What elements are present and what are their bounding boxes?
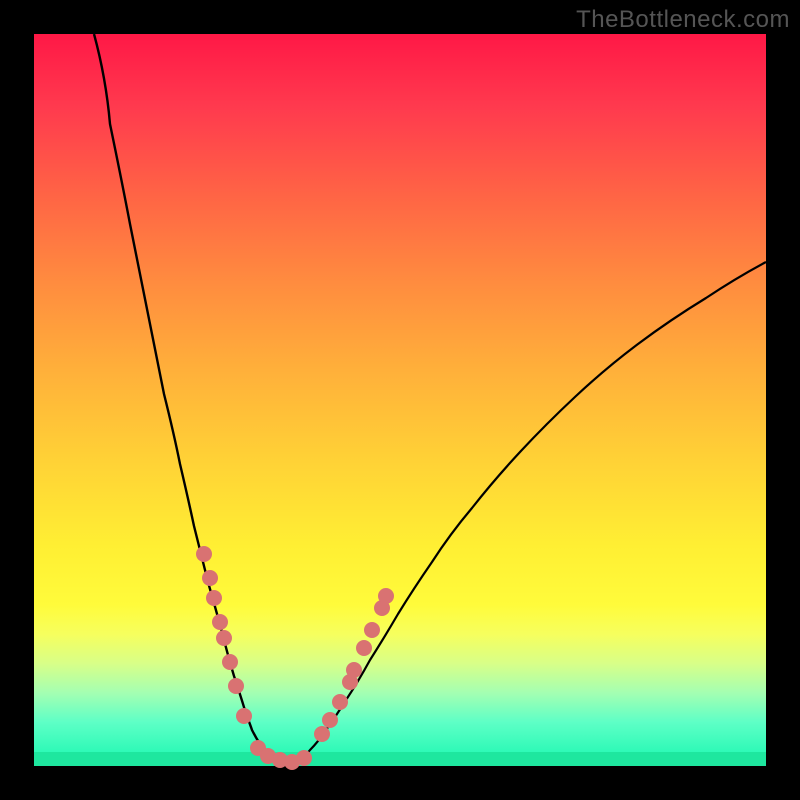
marker-dot [364,622,380,638]
plot-area [34,34,766,766]
chart-frame: TheBottleneck.com [0,0,800,800]
watermark-text: TheBottleneck.com [576,6,790,34]
marker-dot [332,694,348,710]
marker-dot [206,590,222,606]
marker-dot [196,546,212,562]
marker-dot [314,726,330,742]
marker-dot [356,640,372,656]
marker-dot [236,708,252,724]
marker-dots [196,546,394,770]
marker-dot [202,570,218,586]
marker-dot [322,712,338,728]
marker-dot [212,614,228,630]
bottleneck-curve [34,34,766,766]
marker-dot [346,662,362,678]
marker-dot [216,630,232,646]
curve-right-branch [296,262,766,762]
marker-dot [296,750,312,766]
curve-left-branch [94,34,246,714]
marker-dot [222,654,238,670]
marker-dot [378,588,394,604]
marker-dot [228,678,244,694]
